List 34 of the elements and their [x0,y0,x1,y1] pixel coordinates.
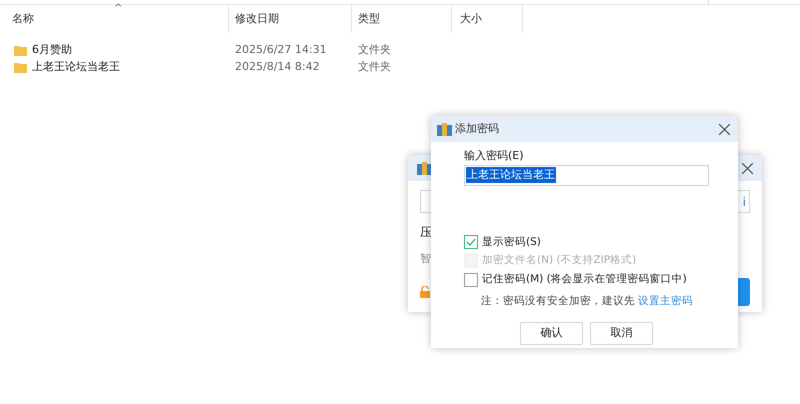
checkbox-label: 显示密码(S) [482,234,541,250]
file-row[interactable]: 6月赞助 2025/6/27 14:31 文件夹 [0,42,800,59]
file-row[interactable]: 上老王论坛当老王 2025/8/14 8:42 文件夹 [0,59,800,76]
modified-date: 2025/6/27 14:31 [235,43,327,56]
column-header[interactable]: 名称 [12,10,34,28]
label: 智 [420,251,432,267]
folder-icon [14,62,27,73]
field-label: 输入密码(E) [464,148,524,164]
column-header[interactable]: 类型 [358,10,380,28]
file-type: 文件夹 [358,60,391,74]
cancel-button[interactable]: 取消 [590,322,653,344]
close-icon[interactable] [719,124,730,134]
close-icon[interactable] [742,162,753,174]
archive-icon [437,122,452,136]
file-name: 上老王论坛当老王 [32,59,120,76]
password-field[interactable]: 上老王论坛当老王 [464,164,709,186]
checkbox[interactable] [464,235,478,250]
set-master-password-link[interactable]: 设置主密码 [638,294,693,310]
confirm-button[interactable]: 确认 [520,322,583,344]
checkbox-label: 记住密码(M) (将会显示在管理密码窗口中) [482,272,687,287]
file-name: 6月赞助 [32,42,72,58]
archive-icon [417,162,432,174]
file-type: 文件夹 [358,43,391,56]
sort-caret: ^ [114,2,122,16]
modified-date: 2025/8/14 8:42 [235,60,320,74]
lock-icon [420,286,430,298]
checkbox[interactable] [464,272,478,287]
column-header[interactable]: 大小 [460,10,482,28]
column-header[interactable]: 修改日期 [235,10,279,28]
checkbox-label: 加密文件名(N) (不支持ZIP格式) [482,253,636,268]
label: 压 [420,224,433,241]
window-title: 添加密码 [455,120,499,137]
folder-icon [14,45,27,56]
note-text: 注：密码没有安全加密，建议先 [481,294,635,309]
